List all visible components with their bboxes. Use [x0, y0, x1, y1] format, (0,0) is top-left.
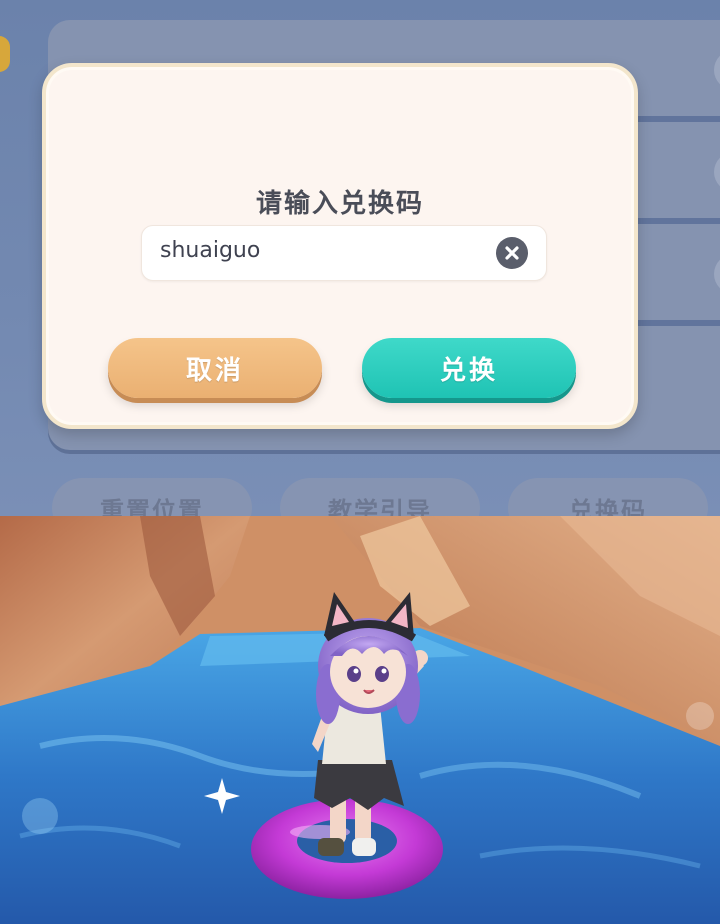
toggle	[714, 254, 720, 294]
redeem-dialog: 请输入兑换码 shuaiguo 取消 兑换	[42, 63, 638, 429]
game-scene	[0, 516, 720, 924]
dialog-title: 请输入兑换码	[255, 189, 424, 219]
clear-icon[interactable]	[496, 237, 528, 269]
settings-screen: 重置位置 教学引导 兑换码 请输入兑换码 shuaiguo 取消 兑换	[0, 0, 720, 516]
tutorial-button: 教学引导	[280, 478, 480, 516]
toggle	[714, 50, 720, 90]
redeem-code-button: 兑换码	[508, 478, 708, 516]
scene-illustration	[0, 516, 720, 924]
bottom-button-bar: 重置位置 教学引导 兑换码	[0, 478, 720, 516]
side-tab	[0, 36, 10, 72]
redeem-button[interactable]: 兑换	[362, 338, 576, 398]
input-value: shuaiguo	[160, 238, 261, 263]
toggle	[714, 152, 720, 192]
cancel-button[interactable]: 取消	[108, 338, 322, 398]
redeem-code-input[interactable]: shuaiguo	[141, 225, 547, 281]
reset-position-button: 重置位置	[52, 478, 252, 516]
